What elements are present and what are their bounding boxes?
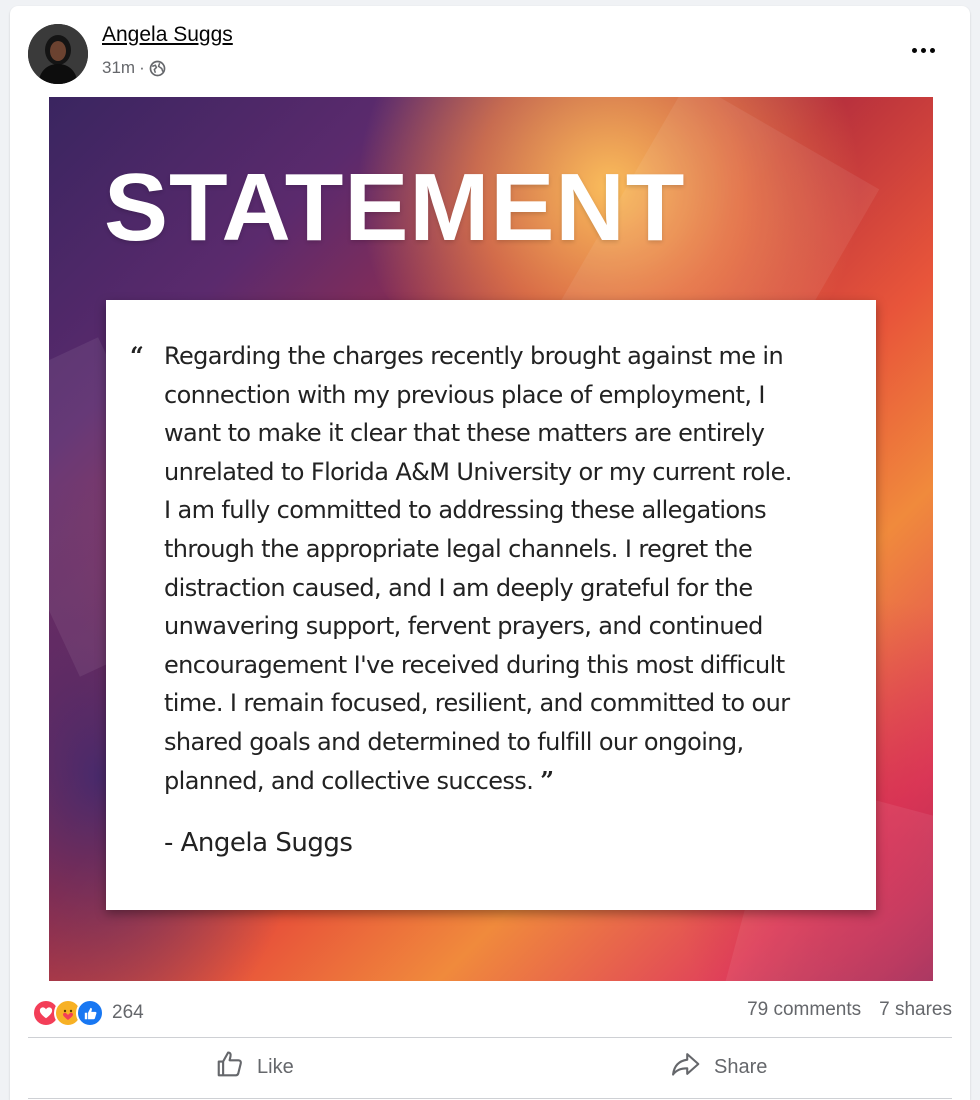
avatar[interactable] [28, 24, 88, 84]
like-reaction-icon [76, 999, 104, 1027]
quote-line-last: planned, and collective success. ” [164, 762, 854, 801]
quote-line: time. I remain focused, resilient, and c… [164, 689, 790, 718]
avatar-photo [28, 24, 88, 84]
comments-count[interactable]: 79 comments [747, 999, 861, 1021]
more-options-icon[interactable] [908, 40, 938, 60]
author-name[interactable]: Angela Suggs [102, 23, 233, 47]
share-button[interactable]: Share [670, 1048, 767, 1086]
post-image[interactable]: STATEMENT “ Regarding the charges recent… [49, 97, 933, 981]
quote-line: shared goals and determined to fulfill o… [164, 727, 744, 756]
meta-separator: · [139, 58, 145, 77]
post-time[interactable]: 31m [102, 58, 135, 78]
quote-line: want to make it clear that these matters… [164, 419, 765, 448]
shares-count[interactable]: 7 shares [879, 999, 952, 1021]
quote-line: Regarding the charges recently brought a… [164, 342, 784, 370]
post-card: Angela Suggs 31m · STATEMENT “ Regarding… [10, 6, 970, 1100]
engagement-counts: 79 comments 7 shares [747, 999, 952, 1021]
reactions-summary[interactable]: 264 [32, 999, 144, 1027]
quote-line: unrelated to Florida A&M University or m… [164, 457, 792, 486]
quote-line: distraction caused, and I am deeply grat… [164, 573, 753, 602]
statement-title: STATEMENT [104, 154, 686, 261]
post-stats: 264 79 comments 7 shares [10, 991, 970, 1031]
like-icon [215, 1049, 245, 1085]
open-quote-mark: “ [130, 341, 144, 370]
quote-line: encouragement I've received during this … [164, 650, 785, 679]
share-label: Share [714, 1055, 768, 1078]
quote-line: planned, and collective success. [164, 766, 534, 795]
like-button[interactable]: Like [215, 1048, 294, 1086]
quote-line: connection with my previous place of emp… [164, 380, 765, 409]
post-actions: Like Share [10, 1042, 970, 1092]
quote-line: through the appropriate legal channels. … [164, 534, 753, 563]
close-quote-mark: ” [540, 765, 554, 795]
statement-quote-text: Regarding the charges recently brought a… [164, 337, 854, 800]
share-icon [670, 1049, 702, 1085]
statement-quote-box: “ Regarding the charges recently brought… [106, 300, 876, 910]
post-header: Angela Suggs 31m · [10, 6, 970, 98]
quote-line: unwavering support, fervent prayers, and… [164, 612, 763, 641]
divider [28, 1037, 952, 1038]
like-label: Like [257, 1055, 294, 1078]
statement-signature: - Angela Suggs [164, 828, 353, 858]
globe-icon[interactable] [149, 60, 166, 77]
bottom-divider [28, 1098, 952, 1099]
reaction-count: 264 [112, 1002, 144, 1023]
post-meta: 31m · [102, 58, 166, 78]
quote-line: I am fully committed to addressing these… [164, 496, 767, 525]
